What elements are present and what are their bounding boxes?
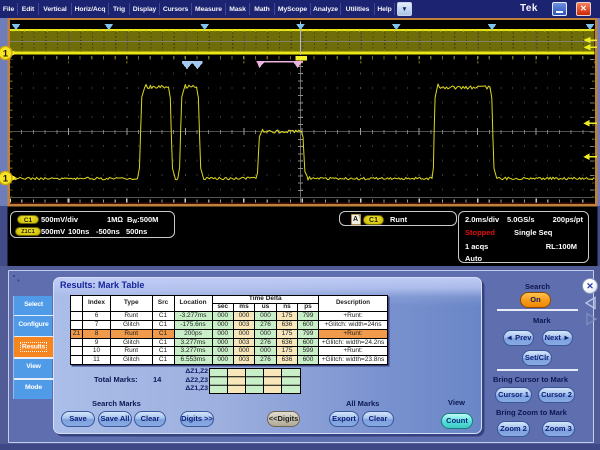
svg-text:1: 1 [3, 173, 9, 184]
svg-text:1: 1 [3, 48, 9, 59]
